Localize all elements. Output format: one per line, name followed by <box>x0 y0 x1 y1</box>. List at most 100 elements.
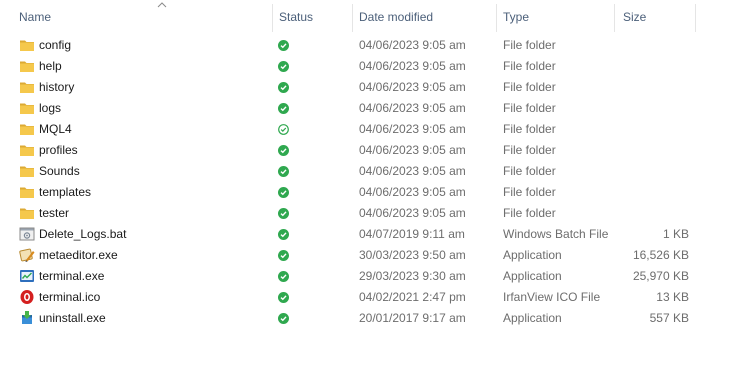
file-row[interactable]: Sounds 04/06/2023 9:05 am File folder <box>0 161 755 182</box>
column-header-name-label: Name <box>19 10 52 24</box>
file-name[interactable]: MQL4 <box>39 119 72 140</box>
file-row[interactable]: templates 04/06/2023 9:05 am File folder <box>0 182 755 203</box>
uninstall-icon <box>19 310 35 326</box>
folder-icon <box>19 58 35 74</box>
file-row[interactable]: Delete_Logs.bat 04/07/2019 9:11 am Windows… <box>0 224 755 245</box>
file-size <box>620 56 689 77</box>
file-type: Windows Batch File <box>503 227 609 241</box>
column-divider[interactable] <box>614 4 615 32</box>
file-type: File folder <box>503 206 556 220</box>
file-name[interactable]: logs <box>39 98 61 119</box>
file-type: Application <box>503 311 562 325</box>
file-date-modified: 04/06/2023 9:05 am <box>359 164 466 178</box>
file-name[interactable]: terminal.ico <box>39 287 100 308</box>
file-name[interactable]: profiles <box>39 140 78 161</box>
file-name[interactable]: terminal.exe <box>39 266 104 287</box>
file-row[interactable]: logs 04/06/2023 9:05 am File folder <box>0 98 755 119</box>
file-name[interactable]: metaeditor.exe <box>39 245 118 266</box>
file-name[interactable]: help <box>39 56 62 77</box>
available-locally-icon <box>278 124 289 135</box>
always-available-icon <box>278 187 289 198</box>
column-header-date-modified[interactable]: Date modified <box>359 0 495 34</box>
file-date-modified: 30/03/2023 9:50 am <box>359 248 466 262</box>
file-name[interactable]: Sounds <box>39 161 80 182</box>
column-header-name[interactable]: Name <box>19 0 271 34</box>
file-list: Name Status Date modified Type Size conf… <box>0 0 755 384</box>
folder-icon <box>19 37 35 53</box>
file-size <box>620 182 689 203</box>
file-name[interactable]: templates <box>39 182 91 203</box>
file-type: File folder <box>503 164 556 178</box>
column-header-type[interactable]: Type <box>503 0 613 34</box>
file-size <box>620 203 689 224</box>
file-size: 557 KB <box>649 311 689 325</box>
file-size: 16,526 KB <box>632 248 689 262</box>
file-row[interactable]: profiles 04/06/2023 9:05 am File folder <box>0 140 755 161</box>
always-available-icon <box>278 208 289 219</box>
file-size <box>620 77 689 98</box>
column-header-date-label: Date modified <box>359 10 434 24</box>
always-available-icon <box>278 82 289 93</box>
metaeditor-icon <box>19 247 35 263</box>
file-type: File folder <box>503 101 556 115</box>
file-row[interactable]: tester 04/06/2023 9:05 am File folder <box>0 203 755 224</box>
file-rows: config 04/06/2023 9:05 am File folder help 0… <box>0 35 755 329</box>
file-type: Application <box>503 269 562 283</box>
file-size <box>620 161 689 182</box>
always-available-icon <box>278 103 289 114</box>
file-row[interactable]: uninstall.exe 20/01/2017 9:17 am Applicati… <box>0 308 755 329</box>
always-available-icon <box>278 271 289 282</box>
file-type: File folder <box>503 122 556 136</box>
file-row[interactable]: terminal.ico 04/02/2021 2:47 pm IrfanView … <box>0 287 755 308</box>
column-divider[interactable] <box>496 4 497 32</box>
file-name[interactable]: history <box>39 77 74 98</box>
file-row[interactable]: metaeditor.exe 30/03/2023 9:50 am Applicat… <box>0 245 755 266</box>
column-header-size-label: Size <box>623 10 647 24</box>
file-name[interactable]: config <box>39 35 71 56</box>
column-divider[interactable] <box>695 4 696 32</box>
always-available-icon <box>278 313 289 324</box>
file-type: File folder <box>503 38 556 52</box>
folder-icon <box>19 121 35 137</box>
file-size: 13 KB <box>656 290 689 304</box>
file-date-modified: 04/07/2019 9:11 am <box>359 227 465 241</box>
file-row[interactable]: config 04/06/2023 9:05 am File folder <box>0 35 755 56</box>
always-available-icon <box>278 250 289 261</box>
ico-file-icon <box>19 289 35 305</box>
file-date-modified: 04/06/2023 9:05 am <box>359 143 466 157</box>
column-header-status[interactable]: Status <box>279 0 351 34</box>
file-date-modified: 04/06/2023 9:05 am <box>359 38 466 52</box>
always-available-icon <box>278 61 289 72</box>
file-name[interactable]: Delete_Logs.bat <box>39 224 126 245</box>
file-row[interactable]: help 04/06/2023 9:05 am File folder <box>0 56 755 77</box>
file-row[interactable]: terminal.exe 29/03/2023 9:30 am Applicatio… <box>0 266 755 287</box>
file-size <box>620 140 689 161</box>
file-date-modified: 04/06/2023 9:05 am <box>359 101 466 115</box>
file-type: File folder <box>503 185 556 199</box>
file-date-modified: 04/06/2023 9:05 am <box>359 206 466 220</box>
folder-icon <box>19 142 35 158</box>
column-header-type-label: Type <box>503 10 530 24</box>
folder-icon <box>19 205 35 221</box>
file-row[interactable]: history 04/06/2023 9:05 am File folder <box>0 77 755 98</box>
file-type: File folder <box>503 59 556 73</box>
file-name[interactable]: tester <box>39 203 69 224</box>
column-header-status-label: Status <box>279 10 314 24</box>
column-divider[interactable] <box>352 4 353 32</box>
always-available-icon <box>278 292 289 303</box>
column-divider[interactable] <box>272 4 273 32</box>
folder-icon <box>19 163 35 179</box>
terminal-exe-icon <box>19 268 35 284</box>
file-date-modified: 04/06/2023 9:05 am <box>359 80 466 94</box>
always-available-icon <box>278 229 289 240</box>
file-type: File folder <box>503 143 556 157</box>
folder-icon <box>19 100 35 116</box>
batch-file-icon <box>19 226 35 242</box>
file-type: IrfanView ICO File <box>503 290 601 304</box>
file-name[interactable]: uninstall.exe <box>39 308 106 329</box>
file-size <box>620 35 689 56</box>
column-header-size[interactable]: Size <box>623 0 693 34</box>
file-row[interactable]: MQL4 04/06/2023 9:05 am File folder <box>0 119 755 140</box>
file-date-modified: 20/01/2017 9:17 am <box>359 311 466 325</box>
file-date-modified: 29/03/2023 9:30 am <box>359 269 466 283</box>
